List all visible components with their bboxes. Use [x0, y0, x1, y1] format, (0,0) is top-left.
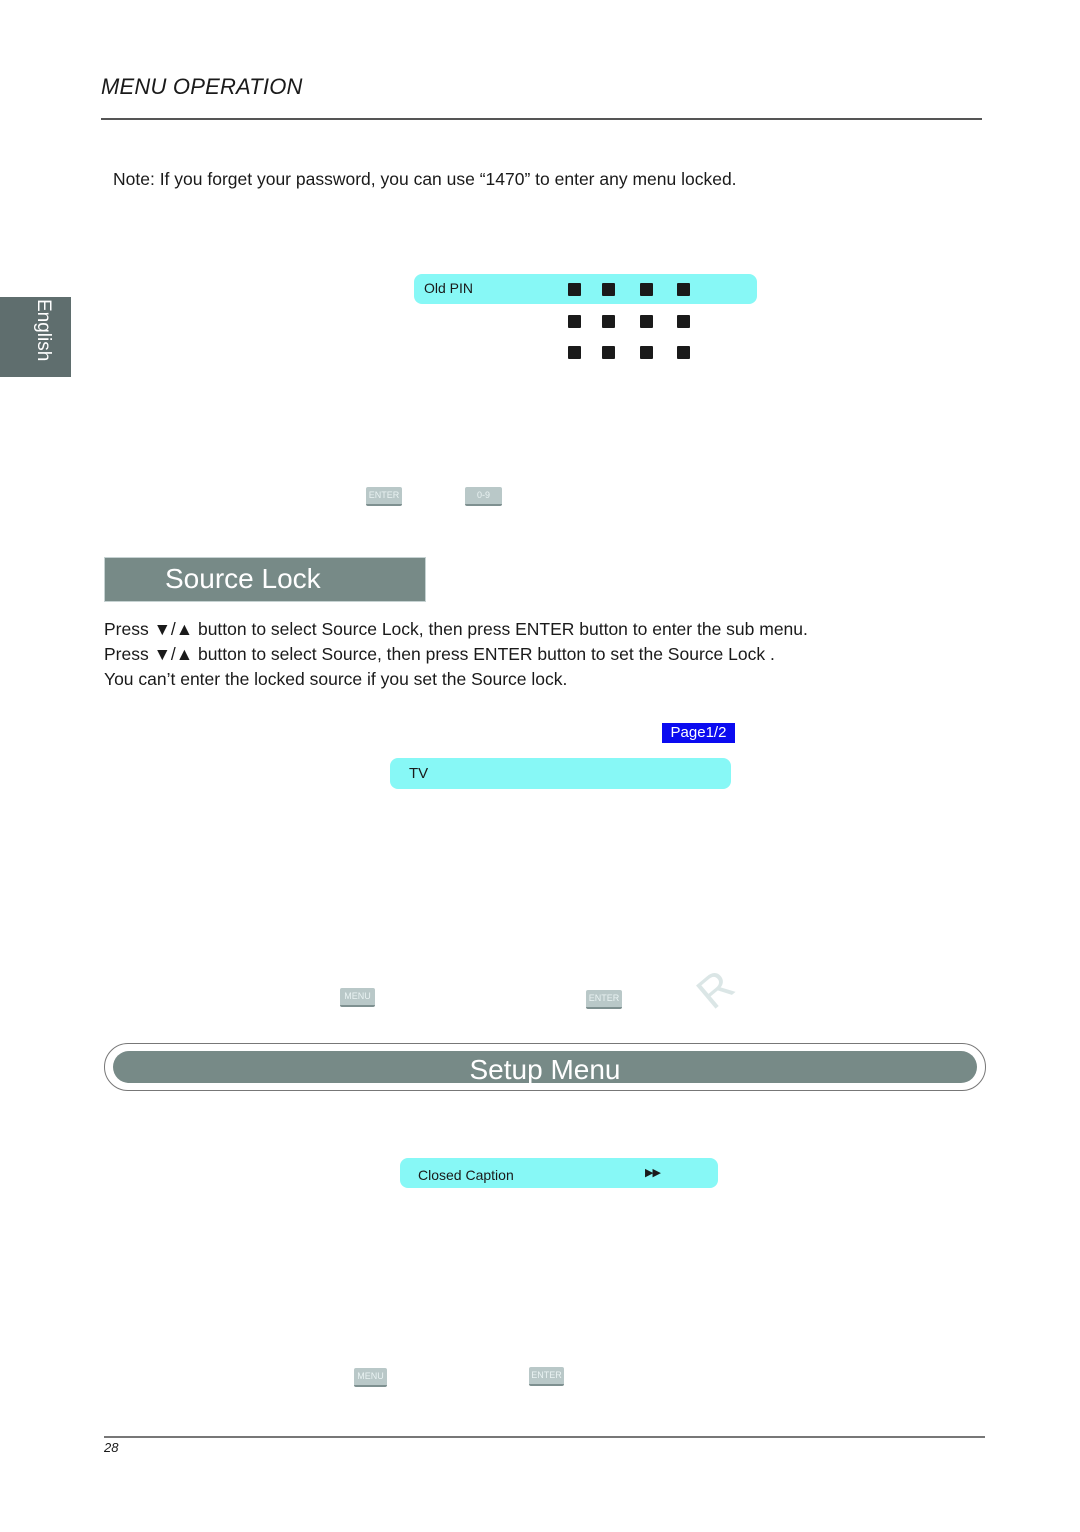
- menu-key-icon: MENU: [340, 988, 375, 1007]
- pin-digit-dot: [602, 283, 615, 296]
- pin-digit-dot: [640, 346, 653, 359]
- language-tab-label: English: [33, 299, 54, 362]
- pin-digit-dot: [640, 283, 653, 296]
- pin-digit-dot: [640, 315, 653, 328]
- source-item-tv[interactable]: TV: [390, 758, 731, 789]
- pin-digit-dot: [568, 315, 581, 328]
- enter-key-icon: ENTER: [529, 1367, 564, 1386]
- closed-caption-row[interactable]: Closed Caption ▶▶: [400, 1158, 718, 1188]
- pin-digit-dot: [568, 346, 581, 359]
- source-lock-heading: Source Lock: [104, 557, 426, 602]
- setup-menu-heading: Setup Menu: [104, 1043, 986, 1091]
- pin-digit-dot: [677, 346, 690, 359]
- pin-digit-dot: [677, 315, 690, 328]
- enter-key-icon: ENTER: [586, 990, 622, 1009]
- watermark: R: [687, 960, 744, 1019]
- closed-caption-label: Closed Caption: [418, 1167, 514, 1183]
- source-lock-title: Source Lock: [165, 563, 321, 594]
- pin-digit-dot: [568, 283, 581, 296]
- pin-digit-dot: [602, 346, 615, 359]
- setup-menu-title: Setup Menu: [469, 1054, 621, 1085]
- old-pin-row[interactable]: Old PIN: [414, 274, 757, 304]
- header-divider: [101, 118, 982, 120]
- enter-key-icon: ENTER: [366, 487, 402, 506]
- pin-digit-dot: [602, 315, 615, 328]
- menu-key-icon: MENU: [354, 1368, 387, 1387]
- submenu-arrow-icon: ▶▶: [645, 1167, 661, 1179]
- page-number: 28: [104, 1440, 119, 1455]
- source-lock-instruction-3: You can’t enter the locked source if you…: [104, 669, 568, 689]
- language-tab: English: [0, 297, 71, 377]
- old-pin-label: Old PIN: [424, 280, 474, 296]
- pin-digit-dot: [677, 283, 690, 296]
- source-lock-instruction-1: Press ▼/▲ button to select Source Lock, …: [104, 619, 808, 639]
- footer-divider: [104, 1436, 985, 1438]
- source-item-label: TV: [409, 765, 429, 782]
- digits-key-icon: 0-9: [465, 487, 502, 506]
- setup-menu-bar: Setup Menu: [113, 1051, 977, 1085]
- password-note: Note: If you forget your password, you c…: [113, 169, 737, 189]
- page-indicator-badge: Page1/2: [662, 723, 735, 743]
- source-lock-instruction-2: Press ▼/▲ button to select Source, then …: [104, 644, 775, 664]
- section-header-title: MENU OPERATION: [101, 74, 303, 99]
